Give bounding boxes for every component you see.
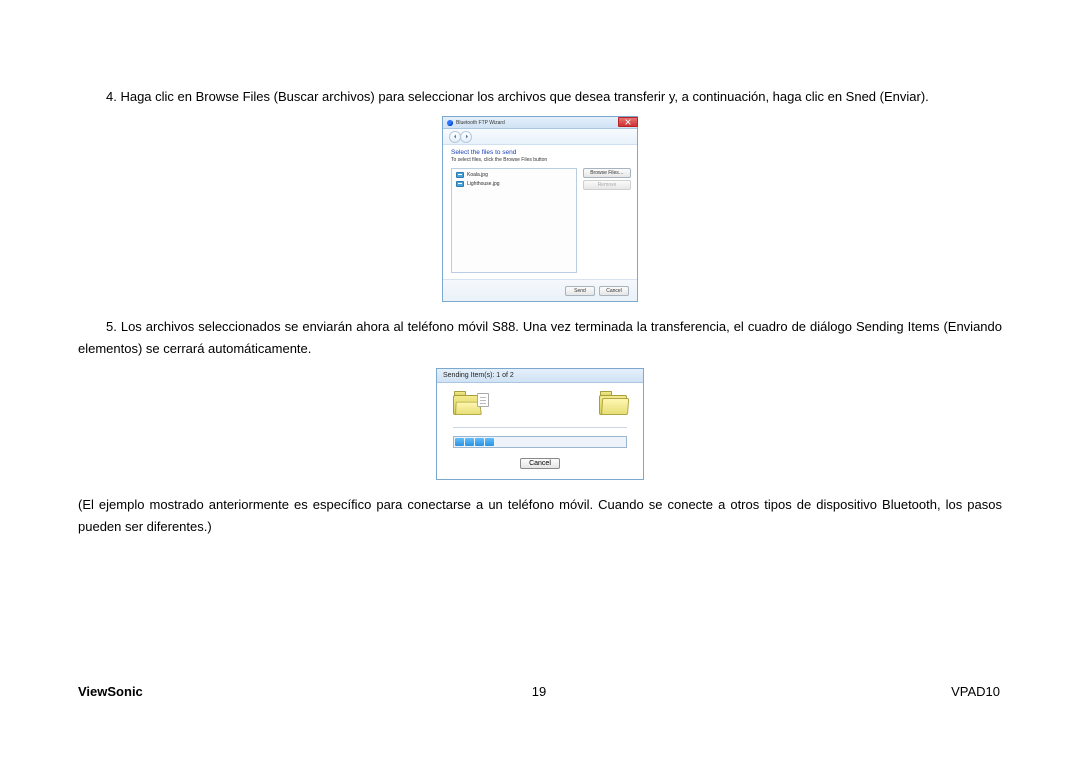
step-4-paragraph: 4. Haga clic en Browse Files (Buscar arc… [78, 86, 1002, 108]
wizard-nav [443, 129, 637, 145]
list-item[interactable]: Lighthouse.jpg [456, 181, 572, 187]
step-5-paragraph: 5. Los archivos seleccionados se enviará… [78, 316, 1002, 360]
wizard-heading: Select the files to send [451, 149, 631, 156]
sending-items-dialog: Sending Item(s): 1 of 2 Cancel [436, 368, 644, 480]
page-footer: ViewSonic 19 VPAD10 [78, 684, 1000, 699]
wizard-titlebar: Bluetooth FTP Wizard [443, 117, 637, 129]
close-button[interactable] [618, 117, 638, 127]
list-item[interactable]: Koala.jpg [456, 172, 572, 178]
image-file-icon [456, 181, 464, 187]
browse-files-button[interactable]: Browse Files… [583, 168, 631, 178]
progress-bar [453, 436, 627, 448]
file-list[interactable]: Koala.jpg Lighthouse.jpg [451, 168, 577, 273]
bluetooth-icon [447, 120, 453, 126]
footer-page-number: 19 [78, 684, 1000, 699]
cancel-button[interactable]: Cancel [520, 458, 560, 469]
source-folder-icon [453, 395, 481, 415]
wizard-subheading: To select files, click the Browse Files … [451, 157, 631, 163]
file-name: Koala.jpg [467, 172, 488, 178]
wizard-cancel-button[interactable]: Cancel [599, 286, 629, 296]
remove-button[interactable]: Remove [583, 180, 631, 190]
bluetooth-ftp-wizard-dialog: Bluetooth FTP Wizard Select the files to… [442, 116, 638, 302]
file-name: Lighthouse.jpg [467, 181, 500, 187]
image-file-icon [456, 172, 464, 178]
destination-folder-icon [599, 395, 627, 415]
note-paragraph: (El ejemplo mostrado anteriormente es es… [78, 494, 1002, 538]
send-button[interactable]: Send [565, 286, 595, 296]
nav-forward-icon[interactable] [460, 131, 472, 143]
wizard-title: Bluetooth FTP Wizard [456, 120, 505, 126]
sending-titlebar: Sending Item(s): 1 of 2 [437, 369, 643, 383]
sending-title: Sending Item(s): 1 of 2 [443, 372, 514, 379]
